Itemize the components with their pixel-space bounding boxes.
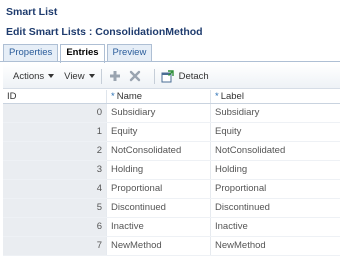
name-cell[interactable]: NotConsolidated: [107, 142, 211, 160]
required-marker: *: [111, 91, 115, 102]
tab-preview[interactable]: Preview: [106, 44, 153, 62]
label-cell[interactable]: NotConsolidated: [211, 142, 340, 160]
delete-x-icon: [129, 70, 140, 82]
actions-menu-button[interactable]: Actions: [13, 70, 55, 82]
chevron-down-icon: [88, 74, 95, 78]
table-header: ID * Name * Label: [3, 90, 340, 104]
name-cell[interactable]: Subsidiary: [107, 104, 211, 122]
add-entry-button[interactable]: [108, 69, 122, 83]
tab-properties[interactable]: Properties: [3, 44, 59, 62]
name-cell[interactable]: NewMethod: [107, 237, 211, 255]
table-row[interactable]: 5 Discontinued Discontinued: [3, 199, 340, 218]
id-cell: 1: [3, 123, 107, 141]
required-marker: *: [215, 91, 219, 102]
toolbar-separator: [100, 68, 102, 84]
table-row[interactable]: 3 Holding Holding: [3, 161, 340, 180]
label-cell[interactable]: NewMethod: [211, 237, 340, 255]
name-cell[interactable]: Discontinued: [107, 199, 211, 217]
actions-menu-label: Actions: [13, 70, 45, 82]
column-header-name[interactable]: * Name: [107, 90, 211, 103]
detach-button[interactable]: Detach: [161, 69, 209, 83]
column-header-id[interactable]: ID: [3, 90, 107, 103]
name-cell[interactable]: Inactive: [107, 218, 211, 236]
name-cell[interactable]: Equity: [107, 123, 211, 141]
table-row[interactable]: 1 Equity Equity: [3, 123, 340, 142]
table-row[interactable]: 2 NotConsolidated NotConsolidated: [3, 142, 340, 161]
name-cell[interactable]: Holding: [107, 161, 211, 179]
label-cell[interactable]: Holding: [211, 161, 340, 179]
label-cell[interactable]: Equity: [211, 123, 340, 141]
label-cell[interactable]: Discontinued: [211, 199, 340, 217]
tab-bar: Properties Entries Preview: [3, 44, 154, 63]
id-cell: 2: [3, 142, 107, 160]
id-cell: 4: [3, 180, 107, 198]
label-cell[interactable]: Proportional: [211, 180, 340, 198]
label-cell[interactable]: Subsidiary: [211, 104, 340, 122]
label-cell[interactable]: Inactive: [211, 218, 340, 236]
page-title: Smart List: [6, 6, 58, 18]
tab-divider: [0, 61, 340, 62]
id-cell: 5: [3, 199, 107, 217]
name-cell[interactable]: Proportional: [107, 180, 211, 198]
plus-icon: [109, 71, 120, 81]
id-cell: 6: [3, 218, 107, 236]
id-cell: 0: [3, 104, 107, 122]
id-cell: 3: [3, 161, 107, 179]
table-row[interactable]: 7 NewMethod NewMethod: [3, 237, 340, 256]
view-menu-button[interactable]: View: [64, 70, 95, 82]
toolbar-separator: [153, 68, 155, 84]
detach-label: Detach: [178, 70, 209, 82]
toolbar: Actions View Detach: [3, 64, 340, 89]
column-header-name-label: Name: [116, 91, 143, 102]
chevron-down-icon: [48, 74, 55, 78]
column-header-label[interactable]: * Label: [211, 90, 340, 103]
id-cell: 7: [3, 237, 107, 255]
column-header-label-text: Label: [220, 91, 244, 102]
table-row[interactable]: 0 Subsidiary Subsidiary: [3, 104, 340, 123]
table-row[interactable]: 4 Proportional Proportional: [3, 180, 340, 199]
view-menu-label: View: [64, 70, 85, 82]
delete-entry-button[interactable]: [128, 69, 142, 83]
table-row[interactable]: 6 Inactive Inactive: [3, 218, 340, 237]
table-body: 0 Subsidiary Subsidiary 1 Equity Equity …: [3, 104, 340, 256]
smart-list-panel: Smart List Edit Smart Lists : Consolidat…: [0, 0, 340, 279]
page-subtitle: Edit Smart Lists : ConsolidationMethod: [6, 26, 203, 38]
detach-icon: [161, 69, 175, 83]
